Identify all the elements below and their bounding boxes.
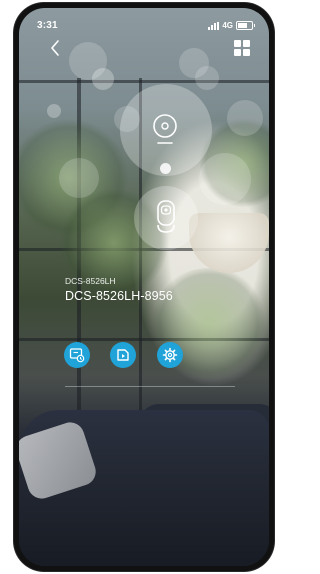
device-name: DCS-8526LH-8956 bbox=[65, 289, 173, 303]
settings-gear-icon bbox=[162, 347, 178, 363]
connection-dot bbox=[160, 163, 171, 174]
network-type: 4G bbox=[222, 21, 233, 30]
bokeh-circle bbox=[92, 68, 114, 90]
playback-button[interactable] bbox=[64, 342, 90, 368]
phone-frame: 3:31 4G DCS-8526LH DCS-8526LH-8956 bbox=[14, 3, 274, 571]
grid-icon bbox=[234, 40, 241, 47]
device-model-label: DCS-8526LH bbox=[65, 276, 116, 286]
settings-button[interactable] bbox=[157, 342, 183, 368]
divider bbox=[65, 386, 235, 387]
chevron-left-icon bbox=[51, 40, 59, 56]
window-frame bbox=[19, 80, 269, 83]
signal-icon bbox=[208, 21, 220, 30]
status-indicators: 4G bbox=[208, 21, 255, 30]
bokeh-circle bbox=[195, 66, 219, 90]
camera-hub-icon bbox=[153, 114, 177, 144]
grid-menu-button[interactable] bbox=[234, 40, 250, 56]
bokeh-circle bbox=[227, 100, 263, 136]
sd-card-icon bbox=[117, 349, 129, 361]
sd-card-button[interactable] bbox=[110, 342, 136, 368]
battery-icon bbox=[236, 21, 255, 30]
bokeh-circle bbox=[47, 104, 61, 118]
bokeh-circle bbox=[59, 158, 99, 198]
bokeh-circle bbox=[199, 153, 251, 205]
camera-icon bbox=[157, 200, 175, 233]
device-screen: 3:31 4G DCS-8526LH DCS-8526LH-8956 bbox=[19, 8, 269, 566]
status-time: 3:31 bbox=[37, 20, 58, 31]
playback-icon bbox=[69, 348, 85, 363]
back-button[interactable] bbox=[46, 38, 66, 58]
lamp-shade bbox=[189, 213, 269, 273]
